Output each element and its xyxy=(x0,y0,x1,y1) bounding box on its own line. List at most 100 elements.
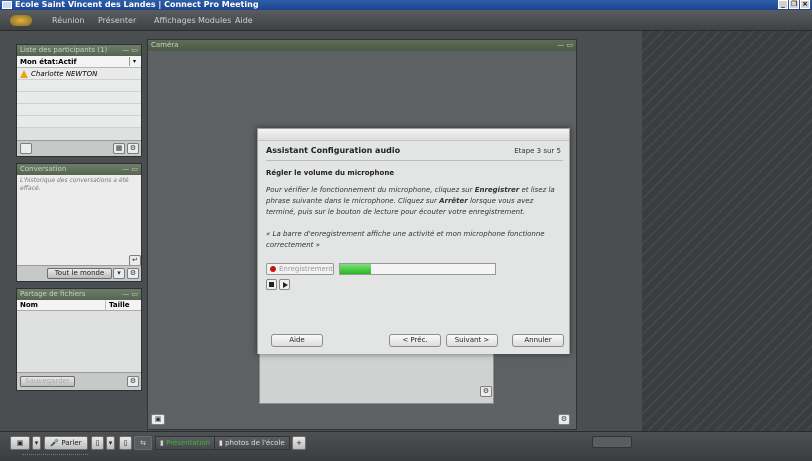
pod-menu-icon[interactable]: — ▭ xyxy=(122,164,138,175)
pod-menu-icon[interactable]: — ▭ xyxy=(122,45,138,56)
pod-menu-icon[interactable]: — ▭ xyxy=(557,40,573,51)
dialog-subtitle: Régler le volume du microphone xyxy=(266,169,395,177)
my-status-label: Mon état:Actif xyxy=(20,58,77,66)
add-layout-button[interactable]: + xyxy=(292,436,306,450)
menu-reunion[interactable]: Réunion xyxy=(52,10,84,31)
next-button[interactable]: Suivant > xyxy=(446,334,498,347)
instruction-stop-keyword: Arrêter xyxy=(439,197,468,205)
attendees-pod: Liste des participants (1) — ▭ Mon état:… xyxy=(16,44,142,157)
window-controls: _ ❐ × xyxy=(778,0,810,10)
layout-icon[interactable]: ⇆ xyxy=(134,436,152,450)
close-button[interactable]: × xyxy=(800,0,810,9)
chevron-down-icon[interactable]: ▾ xyxy=(113,268,125,279)
settings-icon[interactable]: ⚙ xyxy=(127,376,139,387)
chat-pod-title: Conversation xyxy=(20,165,67,173)
settings-icon[interactable]: ⚙ xyxy=(127,268,139,279)
attendees-pod-header[interactable]: Liste des participants (1) — ▭ xyxy=(17,45,141,56)
list-item xyxy=(17,80,141,92)
list-item xyxy=(17,92,141,104)
divider xyxy=(266,160,563,161)
attendee-name: Charlotte NEWTON xyxy=(31,70,98,78)
tab-school-photos-label: photos de l'école xyxy=(225,439,285,447)
chat-system-message: L'historique des conversations a été eff… xyxy=(20,177,129,192)
menu-modules[interactable]: Modules xyxy=(198,10,231,31)
wizard-step: Etape 3 sur 5 xyxy=(514,147,561,155)
attendees-pod-footer: ▦ ⚙ xyxy=(17,140,141,156)
speaker-volume-icon[interactable]: ▯ xyxy=(119,436,132,450)
settings-icon[interactable]: ⚙ xyxy=(127,143,139,154)
previous-button[interactable]: < Préc. xyxy=(389,334,441,347)
divider xyxy=(22,454,88,455)
tab-marker-icon: ▮ xyxy=(160,439,164,447)
instruction-text: Pour vérifier le fonctionnement du micro… xyxy=(266,186,475,194)
test-phrase: « La barre d'enregistrement affiche une … xyxy=(266,230,545,249)
record-label: Enregistrement xyxy=(279,265,334,273)
chat-history: L'historique des conversations a été eff… xyxy=(17,175,141,265)
file-share-pod: Partage de fichiers — ▭ Nom Taille Sauve… xyxy=(16,288,142,391)
audio-setup-dialog: Assistant Configuration audio Etape 3 su… xyxy=(257,128,570,354)
menu-presenter[interactable]: Présenter xyxy=(98,10,136,31)
host-warning-icon xyxy=(20,70,28,78)
dialog-titlebar[interactable] xyxy=(258,129,569,141)
chat-pod-footer: Tout le monde ▾ ⚙ xyxy=(17,265,141,281)
chevron-down-icon[interactable]: ▾ xyxy=(32,436,41,450)
my-status-dropdown[interactable]: Mon état:Actif ▾ xyxy=(17,56,141,68)
record-button[interactable]: Enregistrement xyxy=(266,263,334,275)
file-share-pod-header[interactable]: Partage de fichiers — ▭ xyxy=(17,289,141,300)
raise-hand-button[interactable] xyxy=(20,143,32,154)
talk-button[interactable]: 🎤 Parler xyxy=(44,436,88,450)
menu-bar: Réunion Présenter Affichages Modules Aid… xyxy=(0,10,812,31)
menu-affichages[interactable]: Affichages xyxy=(154,10,196,31)
menu-aide[interactable]: Aide xyxy=(235,10,253,31)
tab-presentation[interactable]: ▮ Présentation xyxy=(155,436,216,450)
settings-icon[interactable]: ⚙ xyxy=(480,386,492,397)
stop-icon[interactable] xyxy=(266,279,277,290)
tab-school-photos[interactable]: ▮ photos de l'école xyxy=(214,436,290,450)
column-name[interactable]: Nom xyxy=(20,300,38,311)
view-switcher-icon[interactable] xyxy=(592,436,632,448)
microphone-icon: 🎤 xyxy=(50,439,60,447)
camera-pod-title: Caméra xyxy=(151,41,179,49)
pod-menu-icon[interactable]: — ▭ xyxy=(122,289,138,300)
chat-pod-header[interactable]: Conversation — ▭ xyxy=(17,164,141,175)
camera-pod-header[interactable]: Caméra — ▭ xyxy=(148,40,576,51)
speaker-icon[interactable]: ▯ xyxy=(91,436,104,450)
file-share-pod-footer: Sauvegarder ⚙ xyxy=(17,372,141,390)
camera-icon[interactable]: ▣ xyxy=(10,436,30,450)
instruction-record-keyword: Enregistrer xyxy=(474,186,520,194)
record-dot-icon xyxy=(270,266,276,272)
maximize-button[interactable]: ❐ xyxy=(789,0,799,9)
recording-level-bar xyxy=(339,263,496,275)
tab-presentation-label: Présentation xyxy=(166,439,211,447)
list-item xyxy=(17,104,141,116)
talk-label: Parler xyxy=(61,439,82,447)
files-table-header: Nom Taille xyxy=(17,300,141,311)
help-button[interactable]: Aide xyxy=(271,334,323,347)
grid-view-icon[interactable]: ▦ xyxy=(113,143,125,154)
app-icon xyxy=(2,1,12,9)
tab-marker-icon: ▮ xyxy=(219,439,223,447)
play-icon[interactable] xyxy=(279,279,290,290)
bottom-toolbar: ▣ ▾ 🎤 Parler ▯ ▾ ▯ ⇆ ▮ Présentation ▮ ph… xyxy=(0,431,812,461)
attendee-row[interactable]: Charlotte NEWTON xyxy=(17,68,141,80)
recipient-select[interactable]: Tout le monde xyxy=(47,268,112,279)
save-button[interactable]: Sauvegarder xyxy=(20,376,75,387)
list-item xyxy=(17,116,141,128)
file-share-pod-title: Partage de fichiers xyxy=(20,290,86,298)
window-titlebar: Ecole Saint Vincent des Landes | Connect… xyxy=(0,0,812,10)
chevron-down-icon[interactable]: ▾ xyxy=(129,57,139,66)
connect-logo-icon[interactable] xyxy=(10,15,32,26)
minimize-button[interactable]: _ xyxy=(778,0,788,9)
dialog-instructions: Pour vérifier le fonctionnement du micro… xyxy=(266,185,556,218)
settings-icon[interactable]: ⚙ xyxy=(558,414,570,425)
column-size[interactable]: Taille xyxy=(105,300,130,311)
stage-background xyxy=(642,31,812,431)
cancel-button[interactable]: Annuler xyxy=(512,334,564,347)
window-title: Ecole Saint Vincent des Landes | Connect… xyxy=(15,0,259,9)
chevron-down-icon[interactable]: ▾ xyxy=(106,436,115,450)
attendees-pod-title: Liste des participants (1) xyxy=(20,46,108,54)
chat-pod: Conversation — ▭ L'historique des conver… xyxy=(16,163,142,282)
recording-level-fill xyxy=(340,264,371,274)
dialog-title: Assistant Configuration audio xyxy=(266,146,401,155)
camera-voice-icon[interactable]: ▣ xyxy=(151,414,165,425)
